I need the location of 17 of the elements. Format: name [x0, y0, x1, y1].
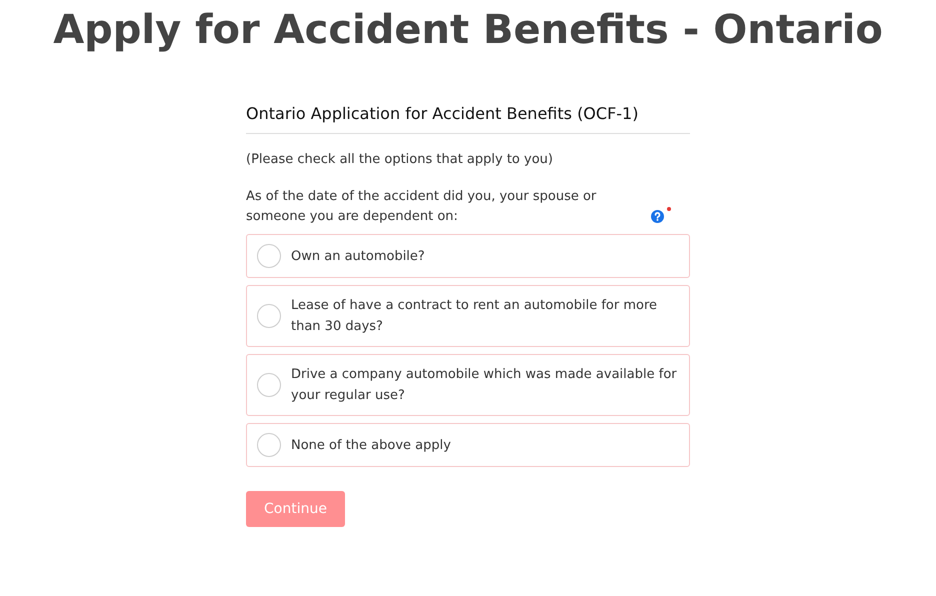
- option-card[interactable]: Lease of have a contract to rent an automobile for more than 30 days?: [246, 285, 690, 347]
- checkbox[interactable]: [257, 433, 281, 457]
- checkbox[interactable]: [257, 304, 281, 328]
- form-title: Ontario Application for Accident Benefits (OCF-1): [246, 104, 640, 125]
- help-icon[interactable]: [651, 210, 664, 223]
- question-text: As of the date of the accident did you, your spouse or someone you are dependent on:: [246, 188, 598, 226]
- option-card[interactable]: Drive a company automobile which was made available for your regular use?: [246, 354, 690, 416]
- page-title: Apply for Accident Benefits - Ontario: [53, 6, 883, 54]
- option-card[interactable]: None of the above apply: [246, 423, 690, 467]
- option-label: Own an automobile?: [291, 248, 425, 266]
- option-card[interactable]: Own an automobile?: [246, 234, 690, 278]
- checkbox[interactable]: [257, 244, 281, 268]
- option-label: Drive a company automobile which was made available for your regular use?: [291, 366, 678, 405]
- checkbox[interactable]: [257, 373, 281, 397]
- option-label: None of the above apply: [291, 436, 451, 454]
- option-label: Lease of have a contract to rent an automobile for more than 30 days?: [291, 297, 658, 336]
- instruction-text: (Please check all the options that apply to you): [246, 152, 554, 167]
